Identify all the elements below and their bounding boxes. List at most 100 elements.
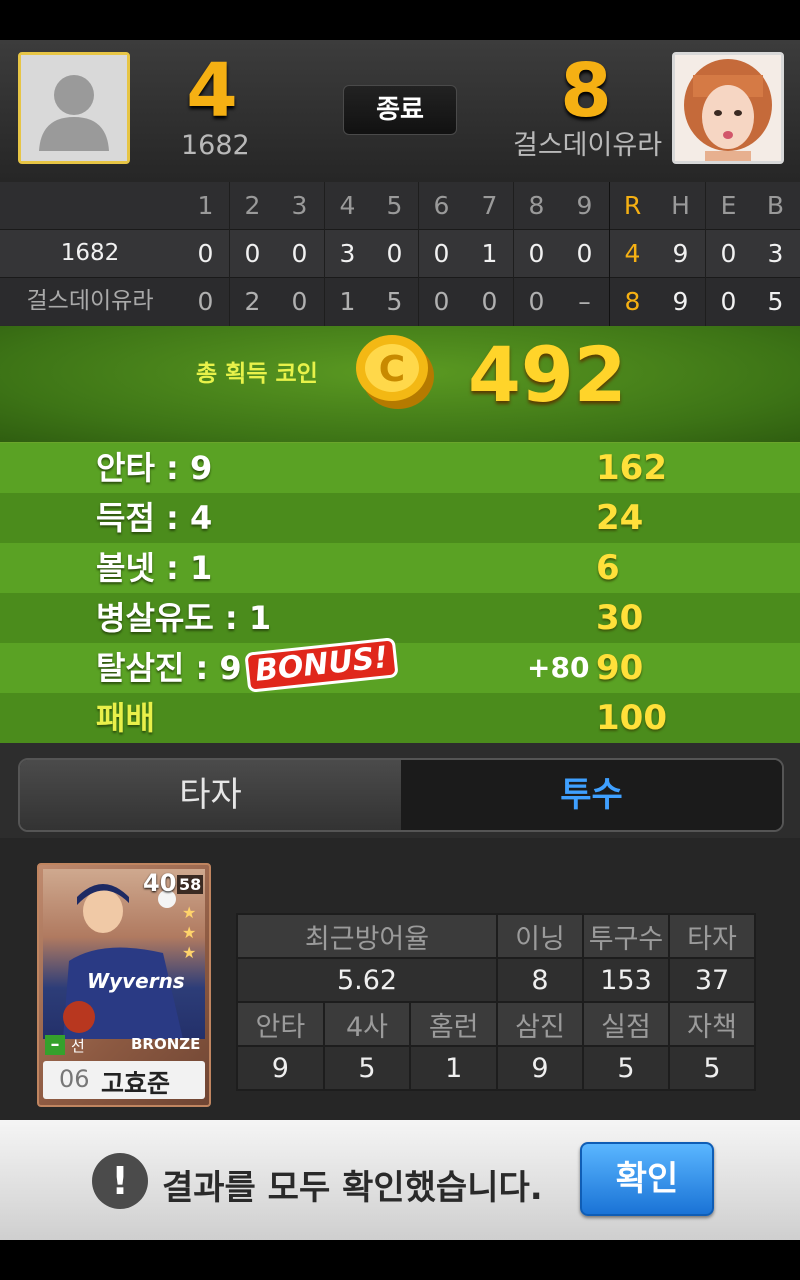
total-errors: 0 (720, 287, 737, 316)
table-cell: 5 (582, 1045, 670, 1091)
home-avatar[interactable] (18, 52, 130, 164)
list-item: 안타 : 9 162 (0, 443, 800, 493)
minus-icon: – (45, 1035, 65, 1055)
total-runs: 8 (624, 287, 641, 316)
table-cell: 5 (668, 1045, 756, 1091)
stat-bonus-amount: +80 (527, 651, 590, 684)
coin-icon: C (356, 335, 434, 409)
game-result-label: 패배 (96, 699, 155, 737)
scoreboard-row-away: 걸스데이유라 0 2 0 1 5 0 0 0 – 8 9 0 5 (0, 278, 800, 325)
inning-score: 0 (433, 239, 450, 268)
table-header: 이닝 (496, 913, 584, 959)
inning-scoreboard: 1 2 3 4 5 6 7 8 9 R H E B 1682 0 0 0 3 0… (0, 182, 800, 326)
svg-text:C: C (379, 349, 405, 390)
inning-score: 0 (197, 239, 214, 268)
reward-breakdown-list: 안타 : 9 162 득점 : 4 24 볼넷 : 1 6 병살유도 : 1 3… (0, 443, 800, 743)
star-icon: ★ (182, 943, 197, 962)
home-score: 4 (186, 48, 238, 134)
inning-score: 0 (197, 287, 214, 316)
column-divider (705, 182, 706, 326)
hits-header: H (671, 191, 690, 220)
inning-score: 0 (576, 239, 593, 268)
total-walks: 3 (767, 239, 784, 268)
inning-header: 6 (433, 191, 450, 220)
inning-score: 0 (244, 239, 261, 268)
tab-pitcher[interactable]: 투수 (401, 760, 782, 830)
player-grade: BRONZE (131, 1035, 201, 1053)
bottom-margin (0, 1240, 800, 1280)
coin-total: 492 (468, 330, 627, 419)
stat-value: 90 (596, 648, 644, 688)
total-walks: 5 (767, 287, 784, 316)
table-header: 홈런 (409, 1001, 498, 1047)
stat-label: 탈삼진 : 9 (96, 649, 242, 687)
player-card[interactable]: Wyverns 40 58 ★ ★ ★ – 선 BRONZE 06 고효준 (37, 863, 211, 1107)
list-item: 득점 : 4 24 (0, 493, 800, 543)
list-item: 패배 100 (0, 693, 800, 743)
coin-label: 총 획득 코인 (196, 361, 318, 387)
inning-score: 3 (339, 239, 356, 268)
pitcher-illustration (63, 884, 183, 1039)
list-item: 병살유도 : 1 30 (0, 593, 800, 643)
inning-header: 4 (339, 191, 356, 220)
table-header: 타자 (668, 913, 756, 959)
table-cell: 37 (668, 957, 756, 1003)
errors-header: E (720, 191, 737, 220)
inning-score: – (578, 287, 591, 316)
total-runs: 4 (624, 239, 641, 268)
table-header: 실점 (582, 1001, 670, 1047)
inning-score: 1 (481, 239, 498, 268)
inning-score: 0 (528, 287, 545, 316)
stat-value: 24 (596, 498, 644, 538)
away-team-name: 걸스데이유라 (513, 130, 663, 161)
inning-header: 8 (528, 191, 545, 220)
alert-icon: ! (92, 1153, 148, 1209)
table-header: 최근방어율 (236, 913, 498, 959)
table-row: 5.62 8 153 37 (236, 957, 756, 1003)
game-status-badge: 종료 (343, 85, 457, 135)
table-row: 안타 4사 홈런 삼진 실점 자책 (236, 1001, 756, 1047)
table-cell: 153 (582, 957, 670, 1003)
inning-score: 2 (244, 287, 261, 316)
away-score: 8 (560, 48, 612, 134)
inning-score: 5 (386, 287, 403, 316)
scoreboard-header-row: 1 2 3 4 5 6 7 8 9 R H E B (0, 182, 800, 230)
inning-header: 9 (576, 191, 593, 220)
scoreboard-row-home: 1682 0 0 0 3 0 0 1 0 0 4 9 0 3 (0, 230, 800, 278)
tab-batter[interactable]: 타자 (20, 760, 401, 830)
home-team-name: 1682 (181, 130, 250, 161)
table-header: 투구수 (582, 913, 670, 959)
inning-header: 5 (386, 191, 403, 220)
table-cell: 9 (236, 1045, 325, 1091)
jersey-text: Wyverns (87, 969, 185, 993)
total-hits: 9 (672, 239, 689, 268)
table-cell: 9 (496, 1045, 584, 1091)
stat-label: 안타 : 9 (96, 449, 213, 487)
away-avatar[interactable] (672, 52, 784, 164)
result-message: 결과를 모두 확인했습니다. (162, 1168, 543, 1208)
stat-label: 병살유도 : 1 (96, 599, 272, 637)
inning-header: 3 (291, 191, 308, 220)
table-cell: 8 (496, 957, 584, 1003)
star-icon: ★ (182, 903, 197, 922)
total-hits: 9 (672, 287, 689, 316)
star-icon: ★ (182, 923, 197, 942)
inning-header: 1 (197, 191, 214, 220)
player-position: 선 (71, 1037, 85, 1055)
table-cell: 1 (409, 1045, 498, 1091)
table-cell: 5.62 (236, 957, 498, 1003)
player-name-box: 06 고효준 (43, 1061, 205, 1099)
inning-score: 0 (528, 239, 545, 268)
total-errors: 0 (720, 239, 737, 268)
stat-value: 6 (596, 548, 620, 588)
table-header: 자책 (668, 1001, 756, 1047)
inning-header: 2 (244, 191, 261, 220)
player-photo: Wyverns (43, 869, 205, 1039)
inning-score: 0 (291, 239, 308, 268)
scoreboard-team-name: 걸스데이유라 (26, 288, 154, 314)
inning-score: 0 (433, 287, 450, 316)
confirm-button[interactable]: 확인 (580, 1142, 714, 1216)
pitcher-stats-table: 최근방어율 이닝 투구수 타자 5.62 8 153 37 안타 4사 홈런 삼… (236, 913, 756, 1091)
column-divider (513, 182, 514, 326)
inning-header: 7 (481, 191, 498, 220)
